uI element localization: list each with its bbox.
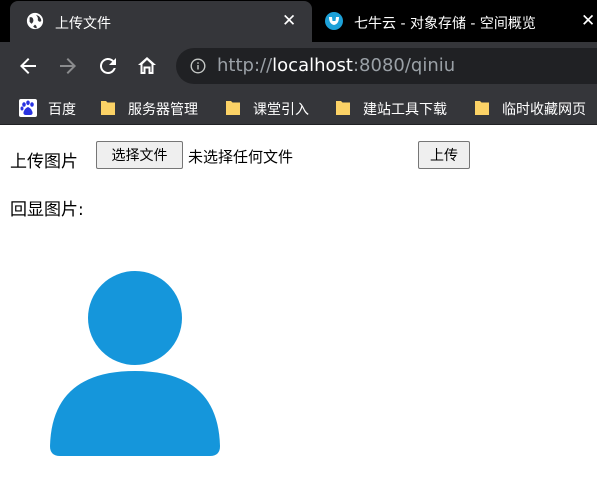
tab-qiniu[interactable]: 七牛云 - 对象存储 - 空间概览 ✕ xyxy=(312,1,597,42)
tab-strip: 上传文件 ✕ 七牛云 - 对象存储 - 空间概览 ✕ xyxy=(0,0,597,42)
home-icon[interactable] xyxy=(135,54,159,78)
reload-icon[interactable] xyxy=(96,54,120,78)
forward-arrow-icon[interactable] xyxy=(56,54,80,78)
browser-toolbar: http://localhost:8080/qiniu xyxy=(0,42,597,90)
bookmark-label: 百度 xyxy=(48,102,76,118)
qiniu-icon xyxy=(325,12,343,30)
info-icon[interactable] xyxy=(190,58,206,74)
folder-icon xyxy=(475,101,489,115)
page-content: 上传图片 选择文件 未选择任何文件 上传 回显图片: xyxy=(0,126,597,494)
folder-icon xyxy=(226,101,240,115)
tab-close-button[interactable]: ✕ xyxy=(581,13,595,30)
globe-icon xyxy=(26,12,44,30)
address-bar[interactable]: http://localhost:8080/qiniu xyxy=(176,48,597,84)
url-host: localhost xyxy=(272,55,353,76)
bookmark-label: 临时收藏网页 xyxy=(502,102,586,118)
tab-close-button[interactable]: ✕ xyxy=(282,13,296,30)
back-arrow-icon[interactable] xyxy=(16,54,40,78)
echo-image-label: 回显图片: xyxy=(10,200,84,220)
folder-icon xyxy=(336,101,350,115)
choose-file-button[interactable]: 选择文件 xyxy=(96,141,183,169)
url-scheme: http:// xyxy=(217,55,273,76)
user-avatar-icon xyxy=(50,271,220,456)
url-text: http://localhost:8080/qiniu xyxy=(217,55,455,76)
bookmark-label: 服务器管理 xyxy=(128,102,198,118)
bookmarks-bar: 百度 服务器管理 课堂引入 建站工具下载 临时收藏网页 xyxy=(0,90,597,125)
tab-title: 上传文件 xyxy=(55,16,111,32)
bookmark-label: 建站工具下载 xyxy=(363,102,447,118)
tab-title: 七牛云 - 对象存储 - 空间概览 xyxy=(354,16,536,32)
file-status-text: 未选择任何文件 xyxy=(188,148,294,166)
bookmark-label: 课堂引入 xyxy=(253,102,309,118)
url-path: :8080/qiniu xyxy=(352,55,456,76)
tab-upload-file[interactable]: 上传文件 ✕ xyxy=(10,1,312,42)
folder-icon xyxy=(101,101,115,115)
upload-button[interactable]: 上传 xyxy=(418,141,470,169)
baidu-icon xyxy=(19,99,37,117)
upload-image-label: 上传图片 xyxy=(10,152,78,172)
